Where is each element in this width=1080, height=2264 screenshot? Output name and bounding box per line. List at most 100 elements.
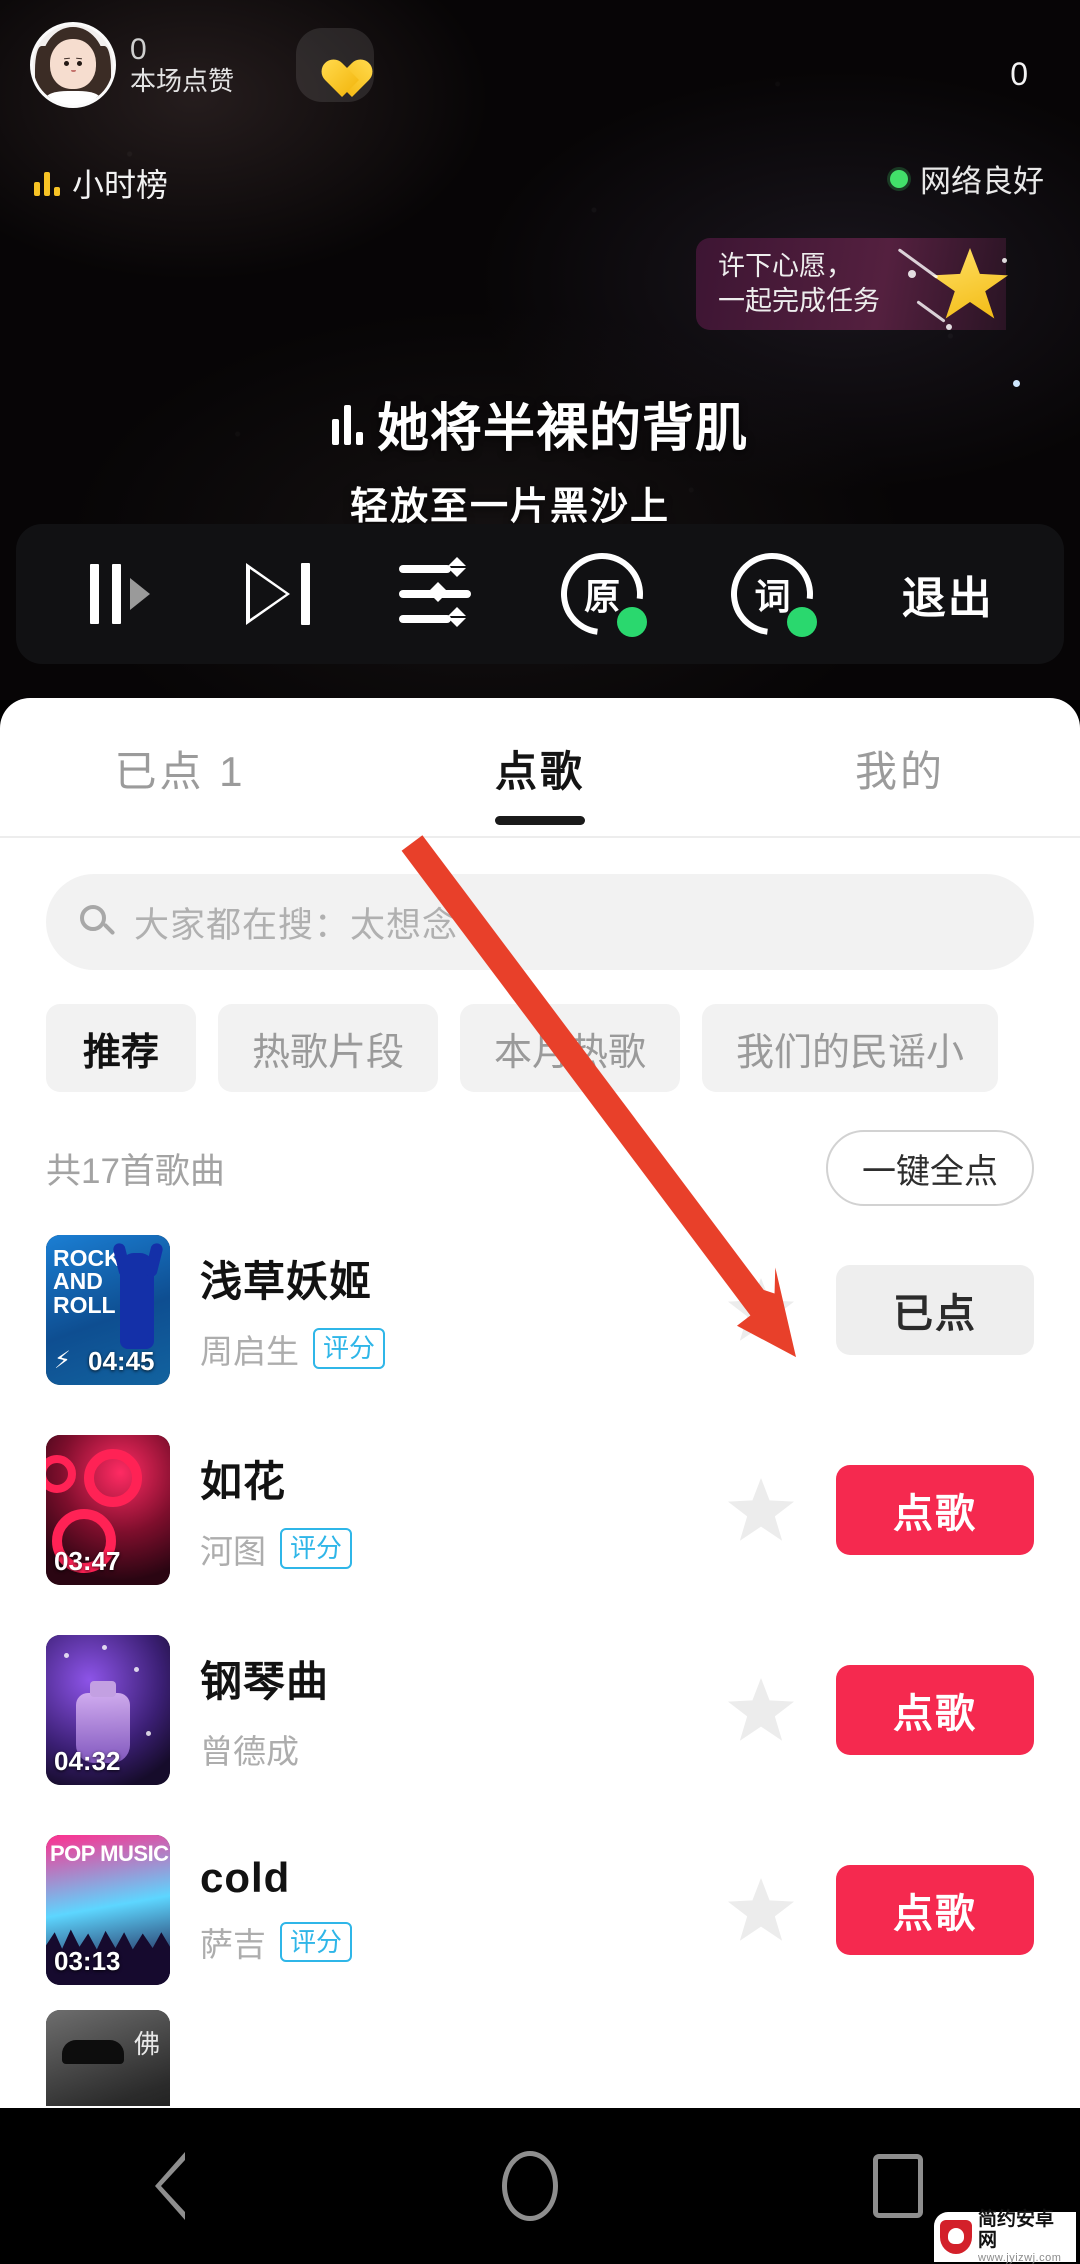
original-vocal-icon: 原 (544, 536, 660, 652)
likes-label: 本场点赞 (130, 66, 235, 97)
tab-label: 点歌 (494, 747, 585, 795)
next-track-button[interactable] (246, 524, 311, 664)
table-row[interactable]: POP MUSIC 03:13 cold 萨吉 评分 点歌 (46, 1810, 1034, 2010)
chip-热歌片段[interactable]: 热歌片段 (218, 1004, 439, 1092)
table-row[interactable]: 03:47 如花 河图 评分 点歌 (46, 1410, 1034, 1610)
song-action-label: 点歌 (893, 1892, 977, 1936)
floating-pick-song-button[interactable]: 点歌 (924, 376, 1064, 876)
home-circle-icon[interactable] (501, 2151, 558, 2221)
next-track-icon (246, 563, 311, 625)
song-info: cold 萨吉 评分 (200, 1854, 728, 1966)
score-badge: 评分 (280, 1528, 353, 1569)
now-playing-title-row: 她将半裸的背肌 (0, 386, 1080, 461)
tab-已点[interactable]: 已点 1 (0, 738, 360, 799)
chip-我们的民谣小[interactable]: 我们的民谣小 (702, 1004, 999, 1092)
live-top-bar: 0 本场点赞 0 小时榜 网络良好 (0, 0, 1080, 203)
watermark-title: 简约安卓网 (978, 2209, 1055, 2251)
pick-all-button[interactable]: 一键全点 (826, 1130, 1034, 1206)
category-chips: 推荐 热歌片段 本月热歌 我们的民谣小 (46, 1004, 1034, 1092)
song-title: cold (200, 1854, 291, 1901)
audio-settings-button[interactable] (398, 524, 473, 664)
equalizer-sliders-icon (398, 557, 473, 627)
song-title: 钢琴曲 (200, 1657, 330, 1705)
lyrics-toggle[interactable]: 词 (714, 524, 831, 664)
song-action-button[interactable]: 已点 (836, 1265, 1034, 1355)
song-action-label: 点歌 (893, 1692, 977, 1736)
song-title: 如花 (200, 1457, 287, 1505)
android-logo-icon (940, 2220, 972, 2254)
song-info: 如花 河图 评分 (200, 1448, 728, 1573)
recents-square-icon[interactable] (872, 2154, 923, 2218)
tab-label: 我的 (854, 747, 945, 795)
bar-chart-icon (34, 170, 60, 196)
song-cover: ROCK AND ROLL ⚡ 04:45 (46, 1235, 170, 1385)
song-artist: 河图 (200, 1532, 266, 1570)
chip-label: 热歌片段 (252, 1031, 405, 1074)
table-row[interactable]: 04:32 钢琴曲 曾德成 点歌 (46, 1610, 1034, 1810)
sheet-content: 大家都在搜：太想念 推荐 热歌片段 本月热歌 我们的民谣小 共17首歌曲 一键全… (0, 874, 1080, 2106)
search-input[interactable]: 大家都在搜：太想念 (46, 874, 1034, 970)
now-playing-title: 她将半裸的背肌 (376, 400, 748, 458)
android-nav-bar (0, 2108, 1080, 2264)
avatar[interactable] (30, 22, 116, 108)
song-duration: 03:47 (54, 1546, 121, 1576)
like-heart-button[interactable] (296, 28, 374, 102)
star-icon[interactable] (728, 1478, 794, 1541)
exit-button[interactable]: 退出 (902, 524, 994, 664)
search-icon (80, 905, 116, 939)
song-info: 钢琴曲 曾德成 (200, 1648, 728, 1773)
lyrics-icon: 词 (714, 536, 831, 652)
equalizer-icon (331, 403, 363, 445)
score-badge: 评分 (313, 1328, 386, 1369)
song-duration: 04:32 (54, 1746, 121, 1776)
wish-banner-line2: 一起完成任务 (718, 286, 880, 316)
pick-button-ring (940, 376, 1064, 500)
sheet-tabs: 已点 1 点歌 我的 (0, 698, 1080, 838)
pick-button-dot-icon (1013, 380, 1020, 387)
original-vocal-toggle[interactable]: 原 (544, 524, 660, 664)
score-badge: 评分 (280, 1921, 353, 1963)
chip-推荐[interactable]: 推荐 (46, 1004, 196, 1092)
song-cover: 03:47 (46, 1435, 170, 1585)
chip-本月热歌[interactable]: 本月热歌 (460, 1004, 681, 1092)
song-cover: POP MUSIC 03:13 (46, 1835, 170, 1985)
now-playing-lyric: 轻放至一片黑沙上 (349, 486, 670, 528)
cover-text: POP MUSIC (50, 1841, 169, 1866)
viewer-count: 0 (1010, 56, 1028, 92)
network-status: 网络良好 (890, 156, 1044, 201)
pause-resume-button[interactable] (86, 524, 158, 664)
wish-banner-line1: 许下心愿， (718, 251, 853, 282)
player-control-bar: 原 词 退出 (16, 524, 1064, 664)
song-info: 浅草妖姬 周启生 评分 (200, 1248, 728, 1373)
site-watermark: 简约安卓网 www.jyizwj.com (934, 2209, 1076, 2264)
tab-我的[interactable]: 我的 (720, 738, 1080, 799)
host-likes-pill[interactable]: 0 本场点赞 (30, 22, 234, 108)
star-icon[interactable] (728, 1678, 794, 1741)
back-triangle-icon[interactable] (155, 2152, 187, 2220)
song-action-button[interactable]: 点歌 (836, 1465, 1034, 1555)
song-action-label: 点歌 (893, 1492, 977, 1536)
song-action-button[interactable]: 点歌 (836, 1865, 1034, 1955)
now-playing-block: 她将半裸的背肌 轻放至一片黑沙上 (0, 386, 1080, 530)
song-cover: 04:32 (46, 1635, 170, 1785)
chip-label: 推荐 (82, 1031, 159, 1074)
table-row[interactable]: ROCK AND ROLL ⚡ 04:45 浅草妖姬 周启生 评分 已点 (46, 1210, 1034, 1410)
star-icon[interactable] (728, 1278, 794, 1341)
chip-label: 我们的民谣小 (736, 1031, 965, 1074)
lightning-icon: ⚡ (54, 1347, 71, 1374)
tab-点歌[interactable]: 点歌 (360, 738, 720, 825)
hour-rank-entry[interactable]: 小时榜 (34, 160, 168, 206)
watermark-url: www.jyizwj.com (978, 2251, 1062, 2264)
song-title: 浅草妖姬 (200, 1257, 373, 1305)
active-tab-indicator (495, 815, 585, 825)
song-list-header: 共17首歌曲 一键全点 (46, 1126, 1034, 1210)
star-icon[interactable] (728, 1878, 794, 1941)
song-cover: 佛 (46, 2010, 170, 2106)
phone-screen: 0 本场点赞 0 小时榜 网络良好 许下心愿， 一起完成任务 她将半裸的背肌 轻… (0, 0, 1080, 2264)
tabs-divider (0, 836, 1080, 838)
tab-label: 已点 1 (114, 747, 246, 795)
song-action-button[interactable]: 点歌 (836, 1665, 1034, 1755)
table-row[interactable]: 佛 (46, 2010, 1034, 2106)
chip-label: 本月热歌 (494, 1031, 647, 1074)
shooting-star-icon (897, 232, 1020, 340)
